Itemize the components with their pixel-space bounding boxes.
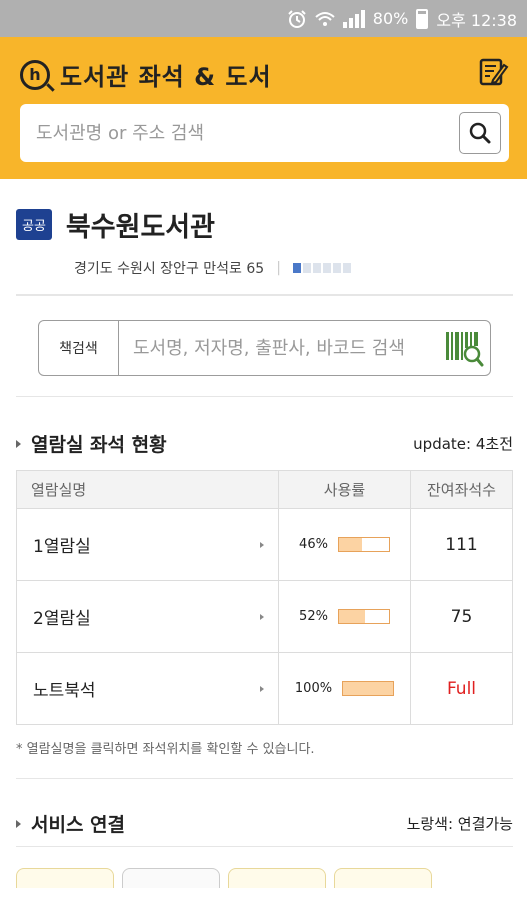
clock: 오후 12:38: [436, 7, 517, 31]
library-name: 북수원도서관: [65, 212, 215, 243]
library-search-button[interactable]: [459, 112, 501, 154]
book-search-label: 책검색: [39, 321, 119, 375]
usage-cell: 100%: [278, 652, 411, 725]
service-button[interactable]: [16, 868, 114, 888]
reading-room-link[interactable]: 노트북석: [16, 652, 279, 725]
reading-room-link[interactable]: 1열람실: [16, 508, 279, 581]
usage-percent: 46%: [299, 537, 328, 552]
update-time: update: 4초전: [413, 435, 513, 453]
usage-bar: [337, 609, 390, 624]
table-header-row: 열람실명 사용률 잔여좌석수: [16, 470, 513, 509]
section-bullet-icon: [16, 819, 21, 828]
library-search-box: [20, 104, 509, 162]
divider: [16, 396, 513, 397]
usage-percent: 52%: [299, 609, 328, 624]
remaining-seats: 111: [410, 508, 513, 581]
alarm-icon: [288, 9, 306, 28]
divider: [16, 294, 513, 296]
table-row: 1열람실 46% 111: [16, 508, 513, 581]
service-header: 서비스 연결 노랑색: 연결가능: [16, 810, 513, 837]
app-header: h 도서관 좌석 & 도서: [0, 37, 527, 179]
seat-status-table: 열람실명 사용률 잔여좌석수 1열람실 46% 111 2열람실 52% 75 …: [16, 470, 513, 725]
column-header-room: 열람실명: [16, 470, 279, 509]
battery-icon: [416, 8, 429, 29]
barcode-scan-icon[interactable]: [444, 328, 484, 368]
table-row: 노트북석 100% Full: [16, 652, 513, 725]
column-header-remaining: 잔여좌석수: [410, 470, 513, 509]
service-title: 서비스 연결: [31, 814, 126, 836]
service-buttons: [16, 868, 432, 888]
seat-status-title: 열람실 좌석 현황: [31, 434, 167, 456]
library-info: 공공 북수원도서관 경기도 수원시 장안구 만석로 65 |: [16, 205, 513, 278]
seat-status-header: 열람실 좌석 현황 update: 4초전: [16, 430, 513, 457]
congestion-indicator: [292, 263, 351, 273]
reading-room-name: 2열람실: [33, 609, 91, 629]
library-search-input[interactable]: [36, 122, 459, 144]
app-logo[interactable]: h 도서관 좌석 & 도서: [20, 57, 272, 92]
divider: [16, 778, 513, 779]
status-bar: 80% 오후 12:38: [0, 0, 527, 37]
service-button[interactable]: [334, 868, 432, 888]
chevron-right-icon: [260, 541, 264, 548]
chevron-right-icon: [260, 685, 264, 692]
library-type-badge: 공공: [16, 209, 52, 240]
divider: [16, 846, 513, 847]
reading-room-link[interactable]: 2열람실: [16, 580, 279, 653]
clock-time: 12:38: [470, 10, 517, 30]
chevron-right-icon: [260, 613, 264, 620]
battery-percent: 80%: [372, 9, 409, 28]
clock-ampm: 오후: [436, 10, 466, 30]
library-address: 경기도 수원시 장안구 만석로 65: [74, 261, 265, 277]
service-button[interactable]: [228, 868, 326, 888]
usage-percent: 100%: [294, 681, 333, 696]
usage-bar-fill: [343, 682, 394, 695]
seat-status-note: * 열람실명을 클릭하면 좌석위치를 확인할 수 있습니다.: [16, 742, 315, 757]
remaining-seats: 75: [410, 580, 513, 653]
usage-cell: 46%: [278, 508, 411, 581]
service-button[interactable]: [122, 868, 220, 888]
app-title: 도서관 좌석 & 도서: [60, 63, 272, 91]
remaining-seats: Full: [410, 652, 513, 725]
signal-icon: [342, 9, 365, 28]
edit-note-icon[interactable]: [477, 55, 509, 87]
usage-bar-fill: [338, 610, 365, 623]
usage-bar: [337, 537, 390, 552]
reading-room-name: 1열람실: [33, 537, 91, 557]
book-search-box: 책검색: [38, 320, 491, 376]
service-legend: 노랑색: 연결가능: [406, 815, 513, 833]
usage-bar-fill: [338, 538, 362, 551]
usage-bar: [342, 681, 395, 696]
book-search-input[interactable]: [119, 337, 444, 359]
table-row: 2열람실 52% 75: [16, 580, 513, 653]
search-icon: [469, 122, 491, 144]
usage-cell: 52%: [278, 580, 411, 653]
column-header-usage: 사용률: [278, 470, 411, 509]
logo-magnifier-icon: h: [20, 59, 50, 90]
address-separator: |: [276, 260, 281, 276]
section-bullet-icon: [16, 439, 21, 448]
wifi-icon: [315, 11, 335, 26]
reading-room-name: 노트북석: [33, 681, 96, 701]
